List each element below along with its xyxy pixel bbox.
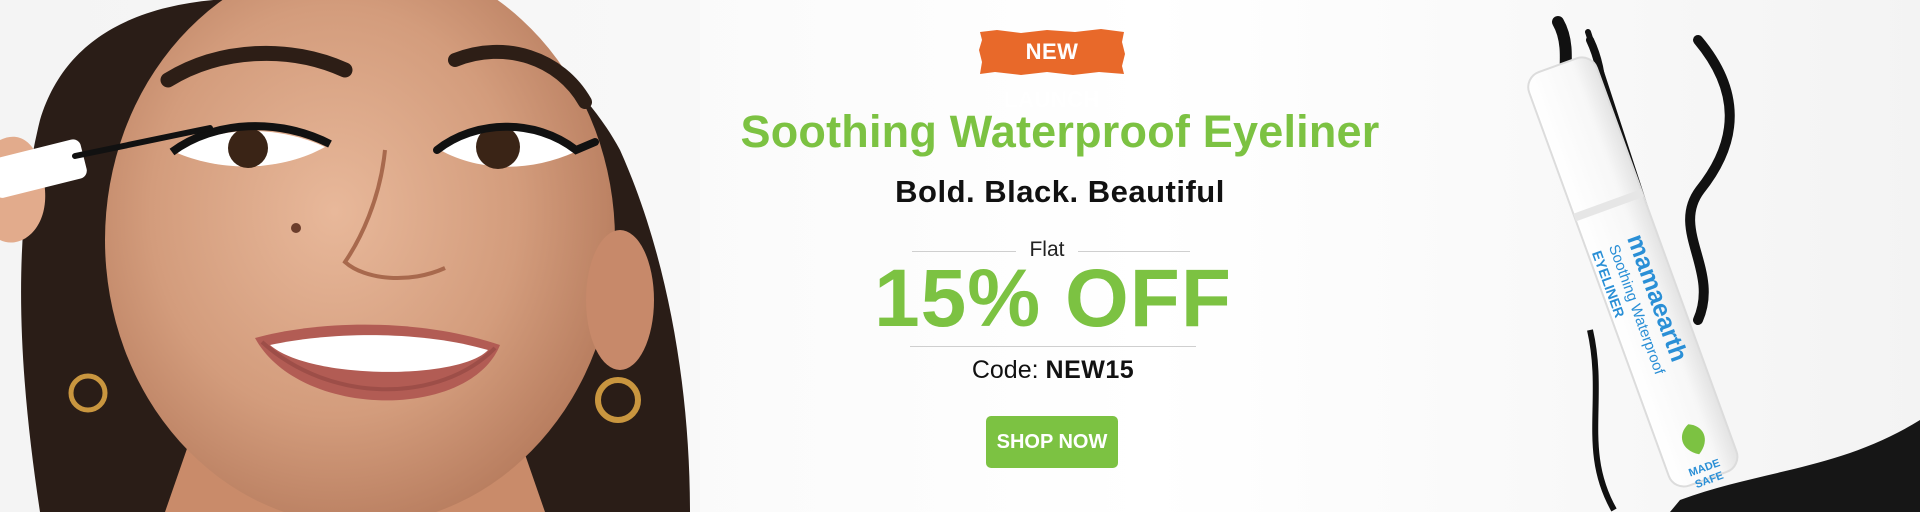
product-title: Soothing Waterproof Eyeliner [740, 106, 1380, 157]
promo-copy: NEW LAUNCH Soothing Waterproof Eyeliner … [740, 0, 1440, 512]
coupon-code-value: NEW15 [1045, 356, 1135, 384]
coupon-code: Code: NEW15 [740, 356, 1366, 385]
tagline: Bold. Black. Beautiful [895, 174, 1225, 209]
divider-bottom [910, 346, 1196, 347]
promo-banner[interactable]: NEW LAUNCH Soothing Waterproof Eyeliner … [0, 0, 1920, 512]
coupon-code-label: Code: [971, 356, 1039, 384]
divider-left [912, 251, 1016, 252]
discount-offer: 15% OFF [874, 253, 1232, 344]
shop-now-button[interactable]: SHOP NOW [986, 416, 1118, 468]
new-launch-badge: NEW LAUNCH [977, 28, 1127, 112]
divider-right [1078, 251, 1190, 252]
model-photo [0, 0, 700, 512]
product-image: mamaearth Soothing Waterproof EYELINER M… [1440, 0, 1920, 512]
